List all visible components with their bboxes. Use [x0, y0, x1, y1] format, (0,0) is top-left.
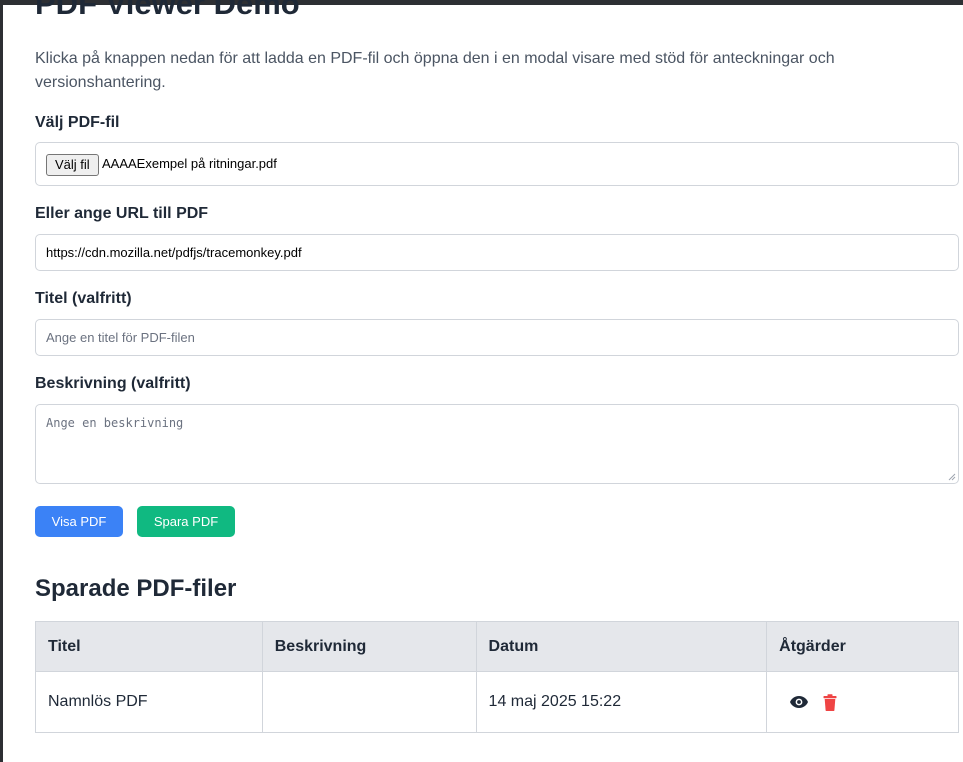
title-input-placeholder: Ange en titel för PDF-filen: [46, 330, 195, 345]
title-label: Titel (valfritt): [35, 290, 132, 307]
selected-file-name: AAAAExempel på ritningar.pdf: [102, 156, 277, 171]
url-input-value: https://cdn.mozilla.net/pdfjs/tracemonke…: [46, 245, 302, 260]
cell-title: Namnlös PDF: [35, 671, 263, 733]
trash-icon[interactable]: [823, 693, 837, 711]
column-header-description: Beskrivning: [261, 621, 477, 672]
eye-icon[interactable]: [789, 695, 809, 709]
description-textarea[interactable]: Ange en beskrivning: [35, 404, 959, 484]
resize-grip-icon[interactable]: [948, 473, 956, 481]
column-header-actions: Åtgärder: [766, 621, 959, 672]
file-input[interactable]: Välj fil AAAAExempel på ritningar.pdf: [35, 142, 959, 186]
cell-date: 14 maj 2025 15:22: [475, 671, 768, 733]
saved-files-table: Titel Beskrivning Datum Åtgärder Namnlös…: [35, 621, 959, 733]
description-label: Beskrivning (valfritt): [35, 375, 191, 392]
choose-file-button[interactable]: Välj fil: [46, 154, 99, 176]
cell-actions: [766, 671, 959, 733]
window-left-edge: [0, 0, 3, 762]
save-pdf-button[interactable]: Spara PDF: [137, 506, 235, 537]
table-row: Namnlös PDF 14 maj 2025 15:22: [35, 671, 959, 733]
title-input[interactable]: Ange en titel för PDF-filen: [35, 319, 959, 356]
intro-text: Klicka på knappen nedan för att ladda en…: [35, 50, 835, 91]
url-input[interactable]: https://cdn.mozilla.net/pdfjs/tracemonke…: [35, 234, 959, 271]
column-header-title: Titel: [35, 621, 263, 672]
saved-files-heading: Sparade PDF-filer: [35, 575, 237, 602]
view-pdf-button[interactable]: Visa PDF: [35, 506, 123, 537]
page-title: PDF Viewer Demo: [35, 0, 300, 21]
column-header-date: Datum: [475, 621, 768, 672]
description-placeholder: Ange en beskrivning: [46, 416, 184, 430]
file-label: Välj PDF-fil: [35, 114, 120, 131]
table-header-row: Titel Beskrivning Datum Åtgärder: [35, 621, 959, 672]
cell-description: [261, 671, 477, 733]
url-label: Eller ange URL till PDF: [35, 205, 209, 222]
